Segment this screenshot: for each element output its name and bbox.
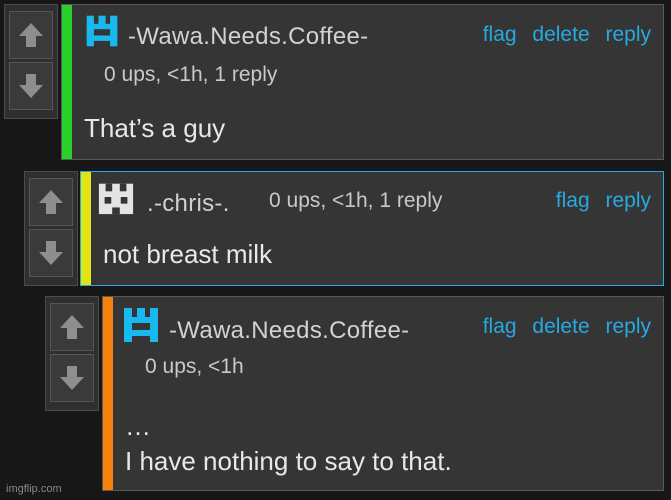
down-arrow-icon (60, 366, 84, 390)
comment-card: .-chris-. 0 ups, <1h, 1 reply flag reply… (80, 171, 664, 286)
down-arrow-icon (19, 74, 43, 98)
username[interactable]: .-chris-. (147, 190, 230, 218)
delete-link[interactable]: delete (532, 23, 589, 46)
cyan-chess-piece-icon[interactable] (121, 305, 161, 345)
comment-card: -Wawa.Needs.Coffee- flag delete reply 0 … (61, 4, 664, 160)
comment-card: -Wawa.Needs.Coffee- flag delete reply 0 … (102, 296, 664, 491)
comment-text: not breast milk (103, 239, 273, 269)
username[interactable]: -Wawa.Needs.Coffee- (128, 23, 368, 51)
up-arrow-icon (39, 190, 63, 214)
comment-actions: flag delete reply (483, 315, 651, 339)
thread-stripe (81, 172, 91, 285)
comment-text-line-1: … (125, 411, 151, 441)
comment-2: .-chris-. 0 ups, <1h, 1 reply flag reply… (24, 171, 664, 286)
comment-3: -Wawa.Needs.Coffee- flag delete reply 0 … (45, 296, 664, 491)
thread-stripe (103, 297, 113, 490)
comment-1: -Wawa.Needs.Coffee- flag delete reply 0 … (4, 4, 664, 160)
vote-box (4, 4, 58, 119)
upvote-button[interactable] (50, 303, 94, 351)
downvote-button[interactable] (9, 62, 53, 110)
cyan-chess-piece-icon[interactable] (84, 13, 120, 49)
comment-text: That’s a guy (84, 113, 226, 143)
vote-box (24, 171, 78, 286)
username[interactable]: -Wawa.Needs.Coffee- (169, 317, 409, 345)
flag-link[interactable]: flag (483, 23, 517, 46)
comment-meta: 0 ups, <1h (145, 355, 244, 378)
up-arrow-icon (19, 23, 43, 47)
flag-link[interactable]: flag (556, 189, 590, 212)
downvote-button[interactable] (29, 229, 73, 277)
white-castle-icon[interactable] (97, 178, 135, 216)
delete-link[interactable]: delete (532, 315, 589, 338)
upvote-button[interactable] (29, 178, 73, 226)
reply-link[interactable]: reply (605, 189, 651, 212)
up-arrow-icon (60, 315, 84, 339)
comment-meta: 0 ups, <1h, 1 reply (269, 189, 443, 212)
reply-link[interactable]: reply (605, 23, 651, 46)
comment-actions: flag reply (556, 189, 651, 213)
upvote-button[interactable] (9, 11, 53, 59)
reply-link[interactable]: reply (605, 315, 651, 338)
downvote-button[interactable] (50, 354, 94, 402)
comment-actions: flag delete reply (483, 23, 651, 47)
comment-meta: 0 ups, <1h, 1 reply (104, 63, 278, 86)
flag-link[interactable]: flag (483, 315, 517, 338)
watermark: imgflip.com (6, 483, 62, 495)
thread-stripe (62, 5, 72, 159)
down-arrow-icon (39, 241, 63, 265)
comment-text-line-2: I have nothing to say to that. (125, 446, 452, 476)
vote-box (45, 296, 99, 411)
